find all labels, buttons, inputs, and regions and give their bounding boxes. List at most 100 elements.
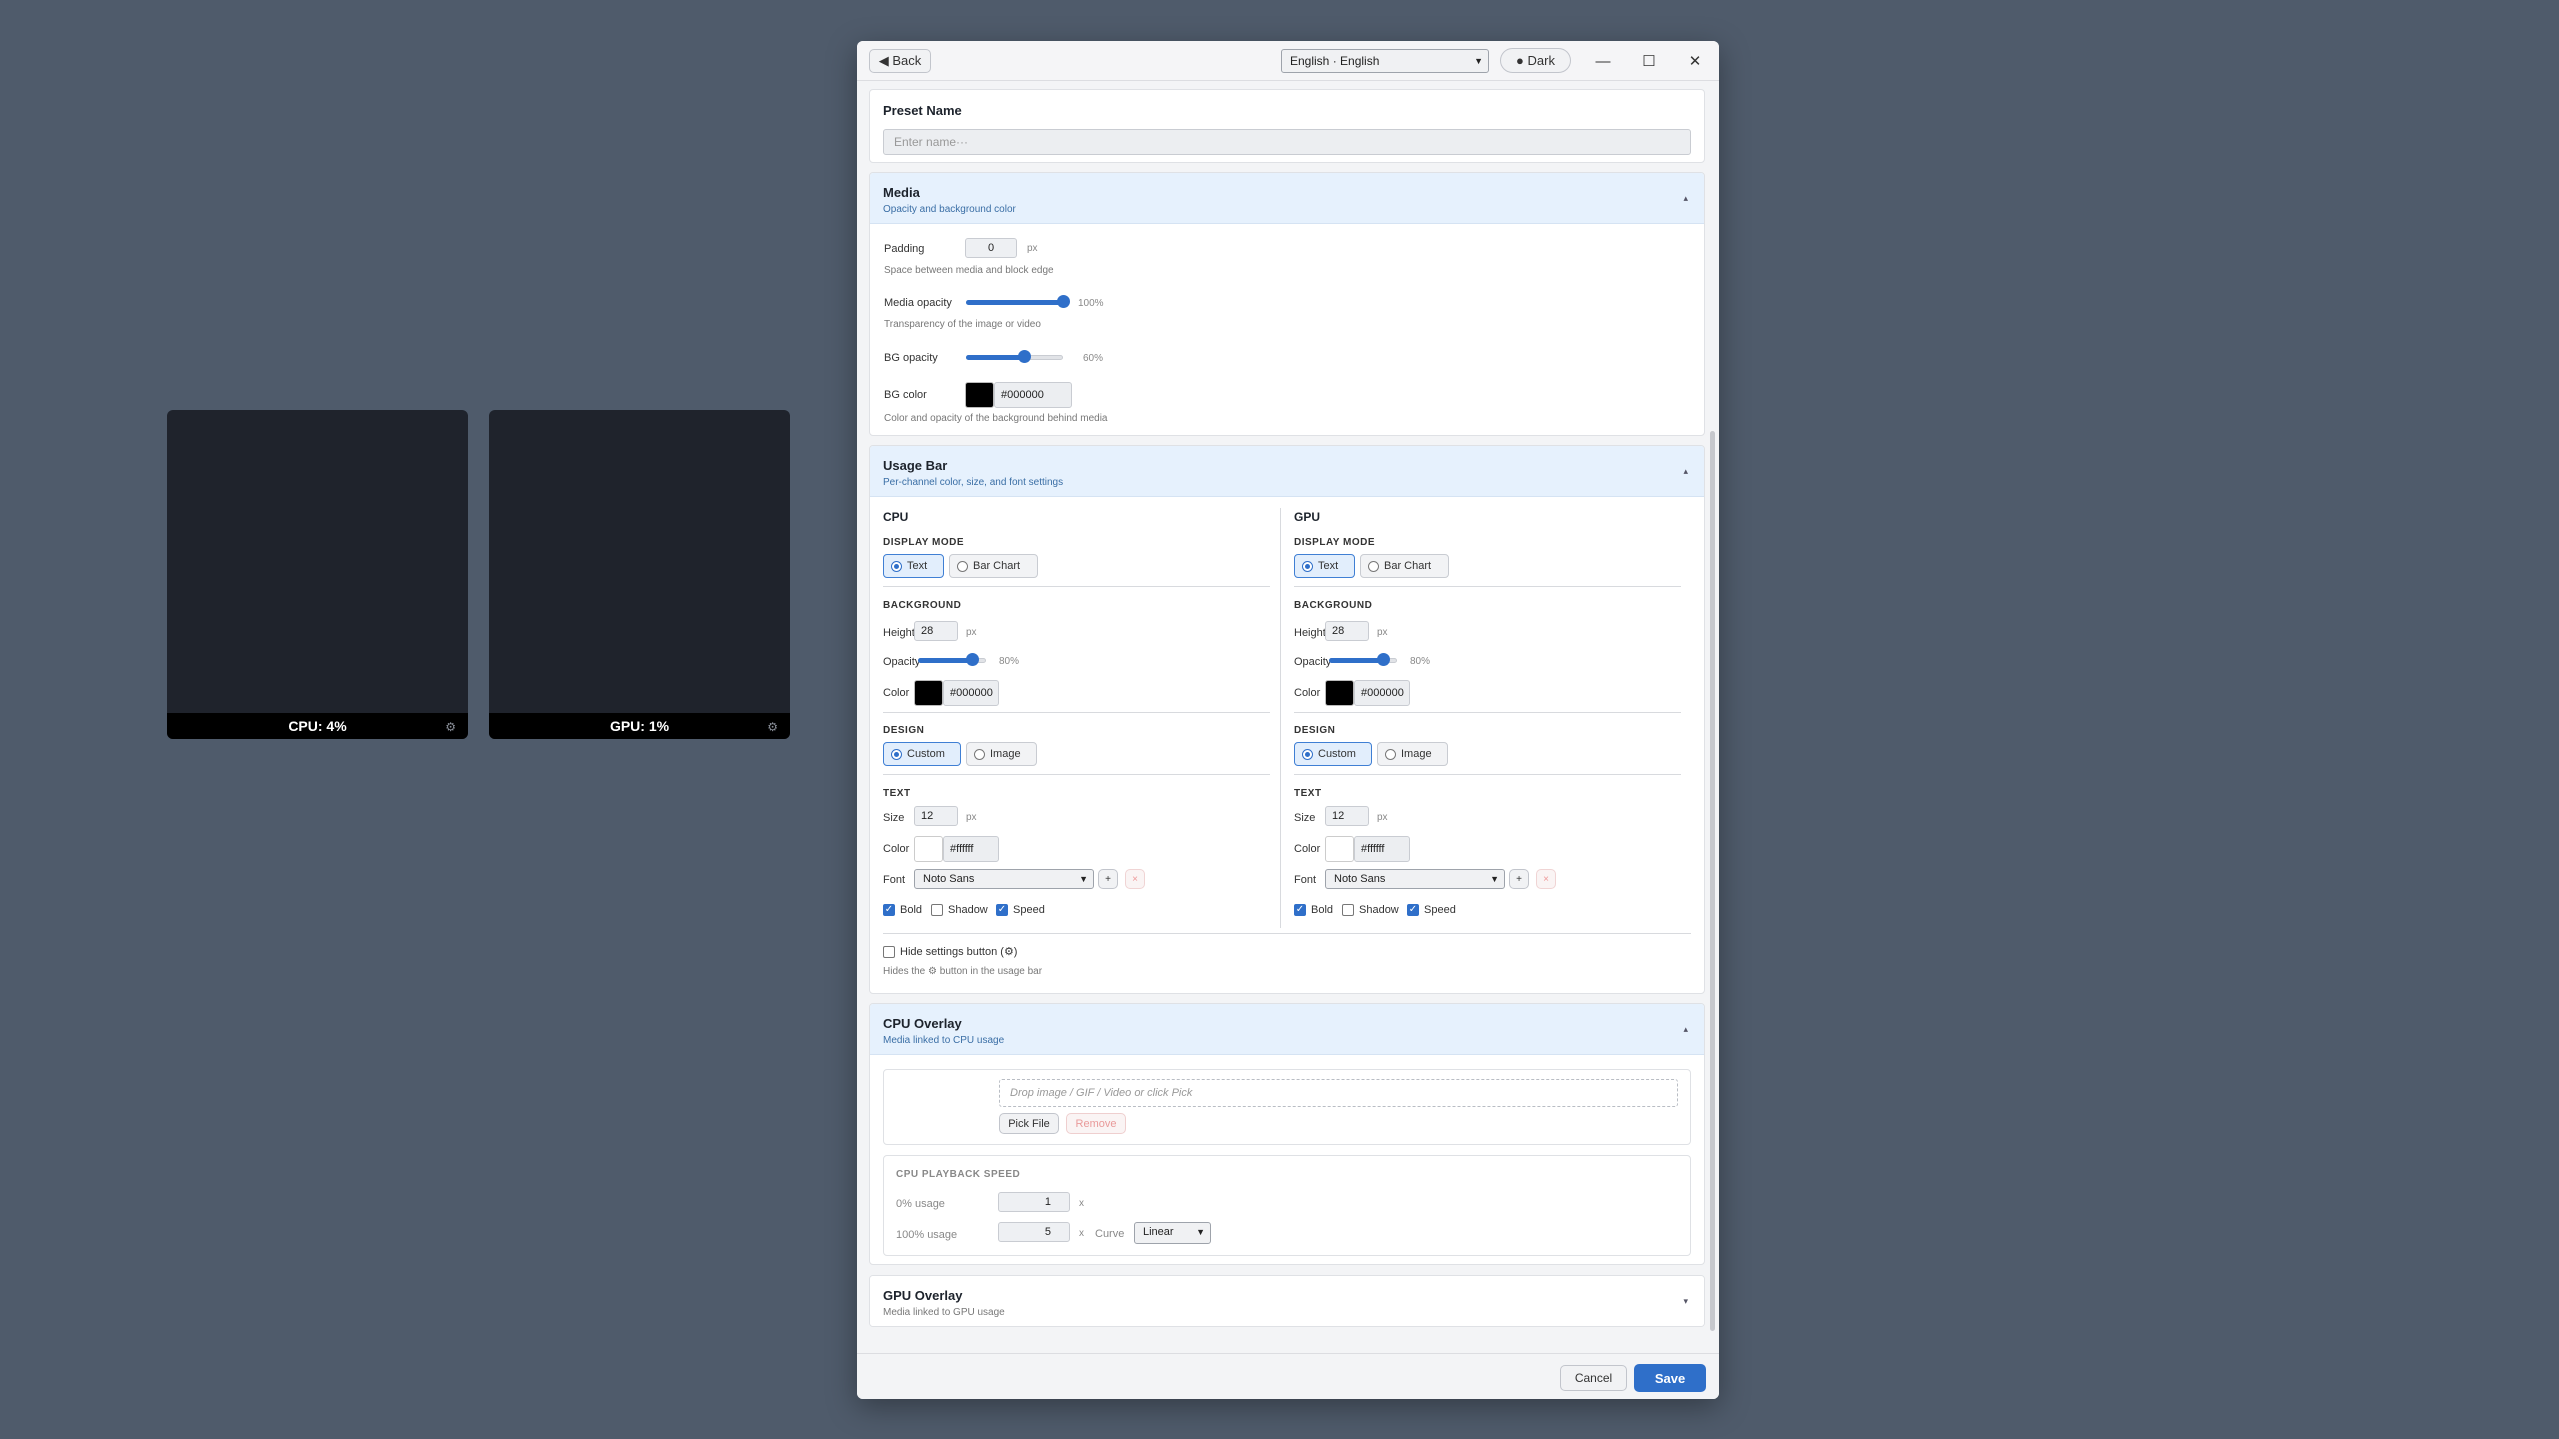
chevron-down-icon: ▼ xyxy=(1474,56,1483,66)
media-opacity-slider[interactable] xyxy=(966,295,1070,309)
curve-select[interactable]: Linear ▼ xyxy=(1134,1222,1211,1244)
text-color-swatch[interactable] xyxy=(1325,836,1354,862)
height-input[interactable]: 28 xyxy=(1325,621,1369,641)
shadow-label: Shadow xyxy=(1359,904,1399,916)
media-card: Media Opacity and background color ▴ Pad… xyxy=(869,172,1705,436)
language-value: English · English xyxy=(1290,54,1380,68)
playback-speed-panel: CPU PLAYBACK SPEED 0% usage 1 x 100% usa… xyxy=(883,1155,1691,1256)
opacity-label: Opacity xyxy=(1294,656,1332,668)
add-font-button[interactable]: + xyxy=(1098,869,1118,889)
settings-scroll-area[interactable]: Preset Name Enter name··· Media Opacity … xyxy=(869,89,1705,1336)
bg-color-label: Color xyxy=(883,687,910,699)
cpu-overlay-subtitle: Media linked to CPU usage xyxy=(883,1035,1005,1046)
gpu-overlay-subtitle: Media linked to GPU usage xyxy=(883,1307,1005,1318)
usage-bar-title: Usage Bar xyxy=(883,458,948,473)
divider xyxy=(883,933,1691,934)
bg-color-swatch[interactable] xyxy=(914,680,943,706)
speed-checkbox[interactable]: ✓ Speed xyxy=(1407,904,1456,916)
shadow-checkbox[interactable]: Shadow xyxy=(1342,904,1399,916)
theme-toggle-button[interactable]: ● Dark xyxy=(1500,48,1571,73)
font-select[interactable]: Noto Sans ▼ xyxy=(1325,869,1505,889)
curve-label: Curve xyxy=(1095,1228,1125,1240)
remove-font-button[interactable]: × xyxy=(1536,869,1556,889)
collapse-icon[interactable]: ▴ xyxy=(1683,193,1688,204)
text-color-input[interactable]: #ffffff xyxy=(1354,836,1410,862)
usage-bar-header[interactable]: Usage Bar Per-channel color, size, and f… xyxy=(870,446,1704,497)
add-font-button[interactable]: + xyxy=(1509,869,1529,889)
design-custom-radio[interactable]: Custom xyxy=(1294,742,1372,766)
background-title: BACKGROUND xyxy=(1294,600,1373,611)
bg-color-input[interactable]: #000000 xyxy=(994,382,1072,408)
bg-color-input[interactable]: #000000 xyxy=(943,680,999,706)
mode-text-radio[interactable]: Text xyxy=(1294,554,1355,578)
gpu-usage-label: GPU: 1% xyxy=(609,718,670,734)
media-opacity-label: Media opacity xyxy=(884,297,952,309)
design-custom-label: Custom xyxy=(907,748,945,760)
font-select[interactable]: Noto Sans ▼ xyxy=(914,869,1094,889)
close-icon[interactable]: ✕ xyxy=(1682,49,1708,73)
divider xyxy=(883,712,1270,713)
bg-color-input[interactable]: #000000 xyxy=(1354,680,1410,706)
minimize-icon[interactable]: — xyxy=(1590,49,1616,73)
font-value: Noto Sans xyxy=(923,873,975,885)
zero-usage-input[interactable]: 1 xyxy=(998,1192,1070,1212)
design-image-radio[interactable]: Image xyxy=(966,742,1037,766)
media-header[interactable]: Media Opacity and background color ▴ xyxy=(870,173,1704,224)
pick-file-button[interactable]: Pick File xyxy=(999,1113,1059,1134)
scrollbar[interactable] xyxy=(1710,431,1715,1331)
checkbox-icon xyxy=(1342,904,1354,916)
shadow-label: Shadow xyxy=(948,904,988,916)
speed-checkbox[interactable]: ✓ Speed xyxy=(996,904,1045,916)
design-image-radio[interactable]: Image xyxy=(1377,742,1448,766)
expand-icon[interactable]: ▾ xyxy=(1683,1296,1688,1307)
mode-text-radio[interactable]: Text xyxy=(883,554,944,578)
settings-dialog: ◀ Back English · English ▼ ● Dark — ☐ ✕ … xyxy=(857,41,1719,1399)
gpu-widget: GPU: 1% ⚙ xyxy=(489,410,790,739)
gear-icon[interactable]: ⚙ xyxy=(445,720,456,734)
hide-settings-hint: Hides the ⚙ button in the usage bar xyxy=(883,966,1043,977)
shadow-checkbox[interactable]: Shadow xyxy=(931,904,988,916)
divider xyxy=(883,586,1270,587)
height-input[interactable]: 28 xyxy=(914,621,958,641)
cancel-button[interactable]: Cancel xyxy=(1560,1365,1627,1391)
remove-font-button[interactable]: × xyxy=(1125,869,1145,889)
collapse-icon[interactable]: ▴ xyxy=(1683,1024,1688,1035)
padding-input[interactable]: 0 xyxy=(965,238,1017,258)
gpu-overlay-header[interactable]: GPU Overlay Media linked to GPU usage ▾ xyxy=(870,1276,1704,1326)
save-button[interactable]: Save xyxy=(1634,1364,1706,1392)
media-drop-zone[interactable]: Drop image / GIF / Video or click Pick xyxy=(999,1079,1678,1107)
bg-color-swatch[interactable] xyxy=(1325,680,1354,706)
design-custom-radio[interactable]: Custom xyxy=(883,742,961,766)
gpu-overlay-card: GPU Overlay Media linked to GPU usage ▾ xyxy=(869,1275,1705,1327)
hide-settings-checkbox[interactable]: Hide settings button (⚙) xyxy=(883,945,1017,958)
bold-checkbox[interactable]: ✓ Bold xyxy=(1294,904,1333,916)
mode-bar-chart-radio[interactable]: Bar Chart xyxy=(949,554,1038,578)
checkbox-icon xyxy=(883,945,895,958)
preset-name-input[interactable]: Enter name··· xyxy=(883,129,1691,155)
bg-color-swatch[interactable] xyxy=(965,382,994,408)
cpu-overlay-header[interactable]: CPU Overlay Media linked to CPU usage ▴ xyxy=(870,1004,1704,1055)
size-input[interactable]: 12 xyxy=(1325,806,1369,826)
language-select[interactable]: English · English ▼ xyxy=(1281,49,1489,73)
font-value: Noto Sans xyxy=(1334,873,1386,885)
maximize-icon[interactable]: ☐ xyxy=(1636,49,1662,73)
remove-button[interactable]: Remove xyxy=(1066,1113,1126,1134)
px-unit: px xyxy=(966,627,977,638)
speed-label: Speed xyxy=(1013,904,1045,916)
hundred-usage-input[interactable]: 5 xyxy=(998,1222,1070,1242)
opacity-slider[interactable] xyxy=(1329,653,1397,667)
opacity-slider[interactable] xyxy=(918,653,986,667)
bold-checkbox[interactable]: ✓ Bold xyxy=(883,904,922,916)
cpu-usage-label: CPU: 4% xyxy=(288,718,347,734)
media-drop-panel: Drop image / GIF / Video or click Pick P… xyxy=(883,1069,1691,1145)
collapse-icon[interactable]: ▴ xyxy=(1683,466,1688,477)
mode-text-label: Text xyxy=(1318,560,1339,572)
back-button[interactable]: ◀ Back xyxy=(869,49,931,73)
mode-bar-chart-radio[interactable]: Bar Chart xyxy=(1360,554,1449,578)
titlebar: ◀ Back English · English ▼ ● Dark — ☐ ✕ xyxy=(857,41,1719,81)
bg-opacity-slider[interactable] xyxy=(966,350,1063,364)
text-color-swatch[interactable] xyxy=(914,836,943,862)
text-color-input[interactable]: #ffffff xyxy=(943,836,999,862)
size-input[interactable]: 12 xyxy=(914,806,958,826)
gear-icon[interactable]: ⚙ xyxy=(767,720,778,734)
